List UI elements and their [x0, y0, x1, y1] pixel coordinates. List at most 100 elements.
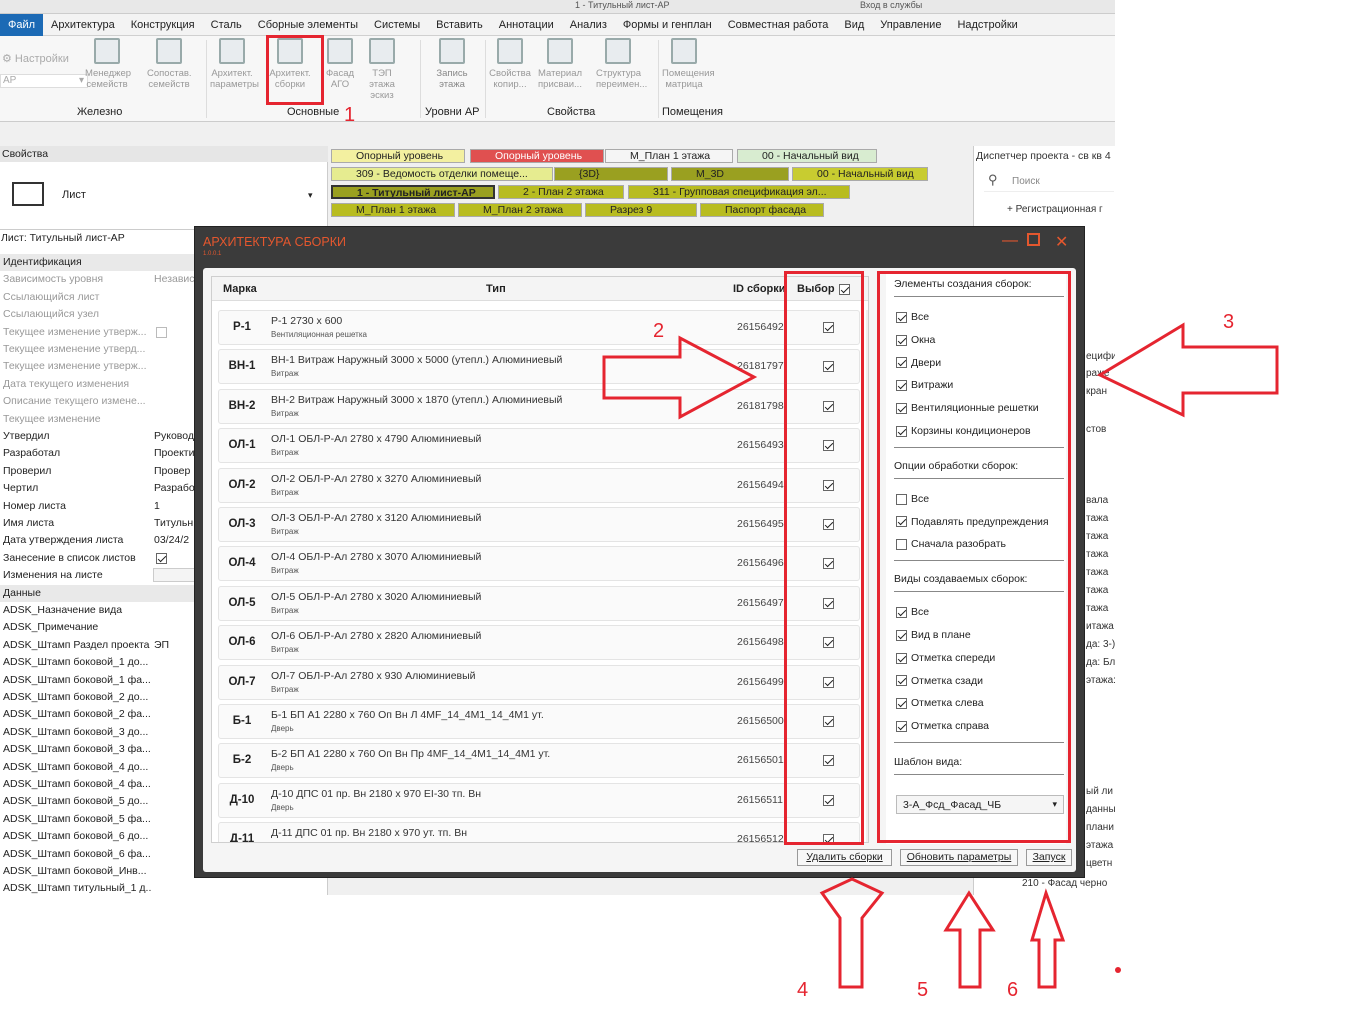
table-row[interactable]: ОЛ-5 ОЛ-5 ОБЛ-Р-Ал 2780 х 3020 Алюминиевы… — [218, 585, 860, 621]
tree-item-fragment[interactable]: тажа — [1086, 549, 1108, 560]
tree-item-fragment[interactable]: ый ли — [1086, 786, 1113, 797]
col-id[interactable]: ID сборки — [733, 283, 786, 295]
ribbon-button[interactable]: Структура переимен... — [596, 38, 647, 102]
table-row[interactable]: ОЛ-7 ОЛ-7 ОБЛ-Р-Ал 2780 х 930 Алюминиевый… — [218, 664, 860, 700]
table-row[interactable]: ВН-2 ВН-2 Витраж Наружный 3000 х 1870 (ут… — [218, 388, 860, 424]
table-row[interactable]: ОЛ-6 ОЛ-6 ОБЛ-Р-Ал 2780 х 2820 Алюминиевы… — [218, 625, 860, 661]
tree-item-fragment[interactable]: раже — [1086, 368, 1109, 379]
update-params-button[interactable]: Обновить параметры — [900, 849, 1018, 866]
run-button[interactable]: Запуск — [1026, 849, 1072, 866]
group-label: Железно — [77, 106, 123, 118]
highlight-box — [784, 271, 864, 845]
table-row[interactable]: Б-2 Б-2 БП А1 2280 х 760 Оп Вн Пр 4MF_14_… — [218, 743, 860, 779]
table-row[interactable]: Р-1 Р-1 2730 х 600 Вентиляционная решетка 2… — [218, 310, 860, 345]
menu-item[interactable]: Вид — [836, 19, 872, 31]
menu-item[interactable]: Файл — [0, 13, 44, 36]
view-tab[interactable]: Паспорт фасада — [700, 203, 824, 217]
type-dropdown[interactable]: ▾ — [308, 190, 313, 201]
view-tab[interactable]: {3D} — [554, 167, 668, 181]
view-tab[interactable]: М_План 1 этажа — [331, 203, 455, 217]
group-label: Уровни АР — [425, 106, 480, 118]
ribbon-button[interactable]: Менеджер семейств — [85, 38, 131, 102]
ribbon-button[interactable]: Фасад АГО — [318, 38, 362, 102]
menu-item[interactable]: Формы и генплан — [615, 19, 720, 31]
menu-item[interactable]: Конструкция — [123, 19, 203, 31]
settings-button[interactable]: ⚙ Настройки — [2, 52, 69, 65]
view-tab[interactable]: 00 - Начальный вид — [737, 149, 877, 163]
close-icon[interactable]: ✕ — [1055, 232, 1068, 252]
tree-item-fragment[interactable]: ецифи — [1086, 351, 1115, 362]
view-tab[interactable]: 00 - Начальный вид — [792, 167, 928, 181]
view-tab[interactable]: 1 - Титульный лист-АР — [331, 185, 495, 199]
menu-item[interactable]: Анализ — [562, 19, 615, 31]
view-tab[interactable]: Опорный уровень — [470, 149, 604, 163]
table-row[interactable]: ВН-1 ВН-1 Витраж Наружный 3000 х 5000 (ут… — [218, 349, 860, 385]
tree-item-fragment[interactable]: этажа: — [1086, 675, 1115, 686]
col-type[interactable]: Тип — [486, 283, 506, 295]
col-mark[interactable]: Марка — [223, 283, 257, 295]
tree-item-fragment[interactable]: цветн — [1086, 858, 1112, 869]
ribbon-button[interactable]: Помещения матрица — [662, 38, 715, 102]
tree-item-fragment[interactable]: тажа — [1086, 531, 1108, 542]
view-tab[interactable]: М_3D — [671, 167, 789, 181]
view-tab[interactable]: М_План 1 этажа — [605, 149, 733, 163]
ribbon-button[interactable]: ТЭП этажа эскиз — [360, 38, 404, 102]
tree-item-fragment[interactable]: этажа — [1086, 840, 1113, 851]
ribbon-button[interactable]: Свойства копир... — [488, 38, 532, 102]
tree-item-fragment[interactable]: стов — [1086, 424, 1106, 435]
checkbox[interactable] — [156, 552, 167, 564]
tree-item-fragment[interactable]: кран — [1086, 386, 1107, 397]
ribbon-icon — [327, 38, 353, 64]
table-row[interactable]: ОЛ-3 ОЛ-3 ОБЛ-Р-Ал 2780 х 3120 Алюминиевы… — [218, 507, 860, 542]
highlight-box — [266, 35, 324, 105]
minimize-icon[interactable]: — — [1002, 232, 1018, 250]
menu-item[interactable]: Системы — [366, 19, 428, 31]
menu-item[interactable]: Совместная работа — [720, 19, 837, 31]
menu-item[interactable]: Вставить — [428, 19, 491, 31]
menu-item[interactable]: Надстройки — [949, 19, 1025, 31]
tree-item-fragment[interactable]: тажа — [1086, 513, 1108, 524]
table-row[interactable]: ОЛ-2 ОЛ-2 ОБЛ-Р-Ал 2780 х 3270 Алюминиевы… — [218, 467, 860, 503]
grid-scrollbar[interactable] — [866, 310, 868, 842]
tree-item-fragment[interactable]: тажа — [1086, 567, 1108, 578]
view-tab[interactable]: Опорный уровень — [331, 149, 465, 163]
tree-item-fragment[interactable]: тажа — [1086, 585, 1108, 596]
table-row[interactable]: Б-1 Б-1 БП А1 2280 х 760 Оп Вн Л 4MF_14_4… — [218, 704, 860, 739]
tree-item-fragment[interactable]: да: 3-) — [1086, 639, 1115, 650]
view-tab[interactable]: 2 - План 2 этажа — [498, 185, 624, 199]
maximize-icon[interactable] — [1027, 233, 1040, 246]
table-row[interactable]: Д-11 Д-11 ДПС 01 пр. Вн 2180 х 970 ут. тп… — [218, 822, 860, 842]
tree-item-fragment[interactable]: итажа — [1086, 621, 1114, 632]
menu-item[interactable]: Управление — [872, 19, 949, 31]
view-tab[interactable]: 309 - Ведомость отделки помеще... — [331, 167, 553, 181]
ribbon-button[interactable]: Материал присваи... — [538, 38, 582, 102]
annotation-label: 2 — [653, 320, 665, 342]
delete-assemblies-button[interactable]: Удалить сборки — [797, 849, 892, 866]
ribbon-button[interactable]: Сопостав. семейств — [147, 38, 192, 102]
property-row[interactable]: ADSK_Штамп титульный_1 д... — [0, 880, 328, 895]
tree-item-fragment[interactable]: тажа — [1086, 603, 1108, 614]
ribbon: ⚙ Настройки АР ▾ Менеджер семейств Сопостав… — [0, 36, 1115, 122]
checkbox[interactable] — [156, 326, 167, 338]
tree-item[interactable]: + Регистрационная г — [1007, 204, 1103, 215]
browser-search[interactable]: ⚲ Поиск — [984, 170, 1114, 192]
tree-item-fragment[interactable]: плани — [1086, 822, 1114, 833]
view-tab[interactable]: Разрез 9 — [585, 203, 697, 217]
menu-item[interactable]: Сборные элементы — [250, 19, 366, 31]
table-row[interactable]: ОЛ-1 ОЛ-1 ОБЛ-Р-Ал 2780 х 4790 Алюминиевы… — [218, 428, 860, 464]
tree-item[interactable]: 210 - Фасад черно — [1022, 878, 1107, 889]
ribbon-button[interactable]: Архитект. параметры — [210, 38, 259, 102]
tree-item-fragment[interactable]: вала — [1086, 495, 1108, 506]
ar-dropdown[interactable]: АР ▾ — [0, 74, 88, 88]
menu-item[interactable]: Сталь — [203, 19, 250, 31]
view-tab[interactable]: М_План 2 этажа — [458, 203, 582, 217]
menu-item[interactable]: Архитектура — [43, 19, 123, 31]
table-row[interactable]: Д-10 Д-10 ДПС 01 пр. Вн 2180 х 970 ЕI-30 … — [218, 782, 860, 818]
menu-item[interactable]: Аннотации — [491, 19, 562, 31]
login-link[interactable]: Вход в службы — [860, 0, 922, 10]
ribbon-button[interactable]: Запись этажа — [430, 38, 474, 102]
table-row[interactable]: ОЛ-4 ОЛ-4 ОБЛ-Р-Ал 2780 х 3070 Алюминиевы… — [218, 546, 860, 582]
tree-item-fragment[interactable]: да: Бл — [1086, 657, 1115, 668]
tree-item-fragment[interactable]: данны — [1086, 804, 1115, 815]
view-tab[interactable]: 311 - Групповая спецификация эл... — [628, 185, 850, 199]
